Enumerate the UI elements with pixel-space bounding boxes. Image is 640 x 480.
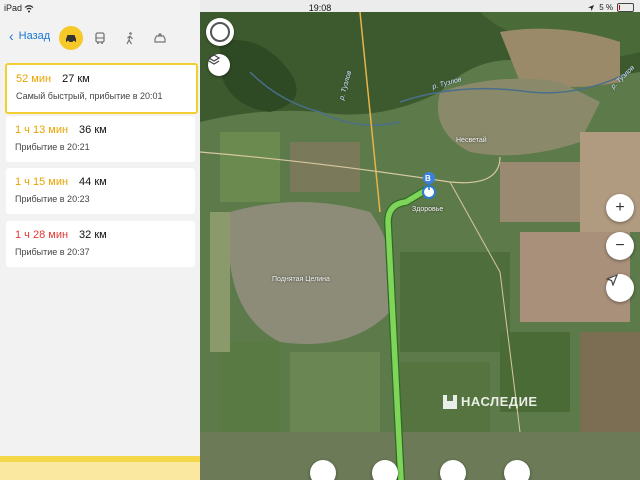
village-label: Несветай bbox=[456, 137, 487, 144]
route-duration: 52 мин bbox=[16, 73, 52, 85]
route-panel: ‹ Назад 52 мин 27 км Самый быстрый, приб… bbox=[0, 0, 200, 480]
clock: 19:08 bbox=[308, 3, 332, 13]
transport-toolbar: ‹ Назад bbox=[0, 24, 200, 52]
village-label: Поднятая Целина bbox=[272, 276, 330, 283]
route-subtitle: Прибытие в 20:21 bbox=[15, 142, 90, 152]
watermark-text: НАСЛЕДИЕ bbox=[461, 394, 538, 409]
mode-bus-button[interactable] bbox=[88, 26, 112, 50]
watermark: НАСЛЕДИЕ bbox=[443, 394, 538, 409]
wifi-icon bbox=[24, 5, 34, 13]
route-distance: 36 км bbox=[79, 124, 107, 136]
route-duration: 1 ч 28 мин bbox=[15, 229, 69, 241]
route-subtitle: Самый быстрый, прибытие в 20:01 bbox=[16, 91, 163, 101]
locate-me-button[interactable] bbox=[606, 274, 634, 302]
location-services-icon bbox=[588, 4, 595, 11]
village-label: Здоровье bbox=[412, 206, 444, 213]
car-icon bbox=[66, 35, 76, 44]
device-name: iPad bbox=[4, 3, 23, 13]
back-button[interactable]: ‹ Назад bbox=[9, 28, 51, 44]
battery-icon bbox=[617, 3, 634, 12]
taxi-icon bbox=[154, 33, 166, 43]
route-option-1[interactable]: 52 мин 27 км Самый быстрый, прибытие в 2… bbox=[5, 63, 198, 114]
route-duration: 1 ч 13 мин bbox=[15, 124, 69, 136]
route-duration: 1 ч 15 мин bbox=[15, 176, 69, 188]
back-label: Назад bbox=[18, 30, 51, 42]
destination-marker-label: B bbox=[425, 174, 431, 183]
minus-icon: − bbox=[615, 237, 625, 254]
map-bottom-button[interactable] bbox=[310, 460, 336, 480]
watermark-logo-icon bbox=[443, 394, 457, 409]
mode-car-button[interactable] bbox=[59, 26, 83, 50]
route-option-3[interactable]: 1 ч 15 мин 44 км Прибытие в 20:23 bbox=[6, 168, 195, 214]
walk-icon bbox=[126, 32, 133, 45]
map-view[interactable]: р. Тузлов р. Тузлов р. Тузлов Несветай З… bbox=[200, 12, 640, 480]
route-option-4[interactable]: 1 ч 28 мин 32 км Прибытие в 20:37 bbox=[6, 221, 195, 267]
route-distance: 44 км bbox=[79, 176, 107, 188]
route-subtitle: Прибытие в 20:37 bbox=[15, 247, 90, 257]
mode-taxi-button[interactable] bbox=[148, 26, 172, 50]
map-bottom-button[interactable] bbox=[504, 460, 530, 480]
map-bottom-button[interactable] bbox=[440, 460, 466, 480]
plus-icon: + bbox=[615, 199, 625, 216]
zoom-in-button[interactable]: + bbox=[606, 194, 634, 222]
route-subtitle: Прибытие в 20:23 bbox=[15, 194, 90, 204]
compass-icon bbox=[210, 22, 230, 42]
chevron-left-icon: ‹ bbox=[9, 28, 14, 44]
bus-icon bbox=[95, 32, 105, 44]
map-bottom-button[interactable] bbox=[372, 460, 398, 480]
compass-button[interactable] bbox=[206, 18, 234, 46]
mode-walk-button[interactable] bbox=[118, 26, 142, 50]
layers-button[interactable] bbox=[208, 54, 230, 76]
route-distance: 27 км bbox=[62, 73, 90, 85]
location-arrow-icon bbox=[606, 274, 618, 286]
satellite-imagery bbox=[200, 12, 640, 480]
layers-icon bbox=[208, 54, 220, 65]
status-bar: iPad 19:08 5 % bbox=[0, 0, 640, 20]
route-option-2[interactable]: 1 ч 13 мин 36 км Прибытие в 20:21 bbox=[6, 116, 195, 162]
route-distance: 32 км bbox=[79, 229, 107, 241]
panel-bottom-bar bbox=[0, 456, 200, 480]
battery-percent: 5 % bbox=[599, 3, 613, 12]
zoom-out-button[interactable]: − bbox=[606, 232, 634, 260]
